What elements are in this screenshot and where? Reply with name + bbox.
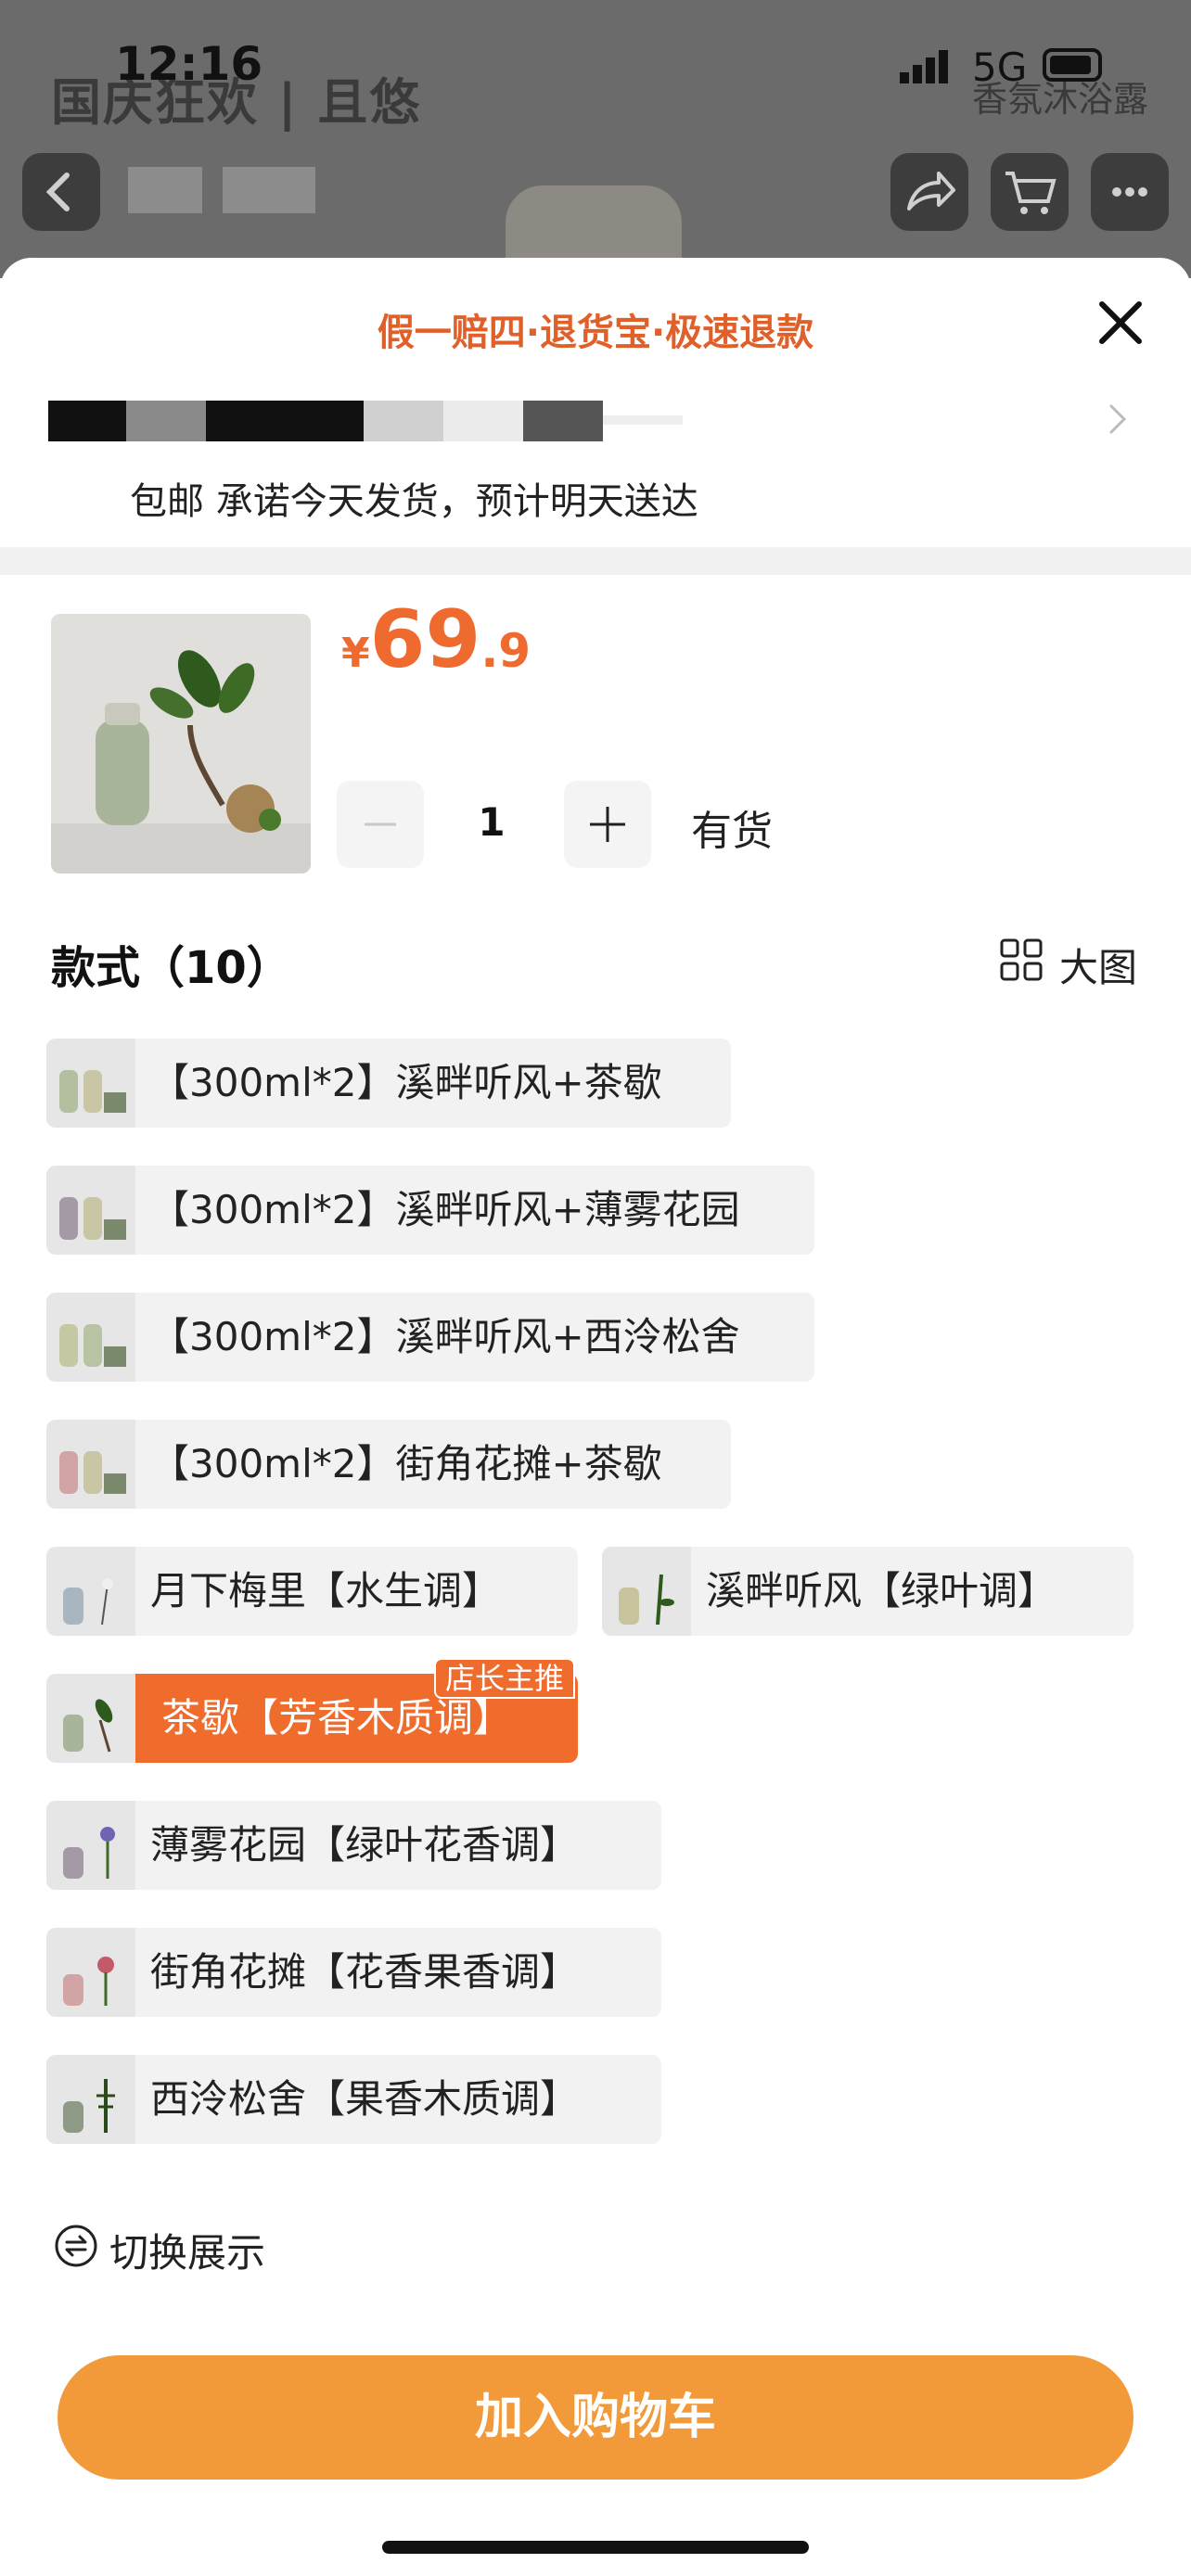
styles-title: 款式（10） <box>51 942 291 994</box>
add-to-cart-button[interactable]: 加入购物车 <box>58 2355 1133 2480</box>
shipping-info: 包邮 承诺今天发货，预计明天送达 <box>130 480 698 523</box>
redacted-block <box>128 167 202 213</box>
option-thumbnail <box>46 1801 135 1890</box>
option-label: 西泠松舍【果香木质调】 <box>150 2076 580 2122</box>
redacted-block <box>443 401 523 441</box>
option-chip[interactable]: 【300ml*2】溪畔听风+茶歇 <box>46 1039 731 1128</box>
option-chip[interactable]: 西泠松舍【果香木质调】 <box>46 2055 661 2144</box>
grid-icon[interactable] <box>1000 938 1043 981</box>
option-label: 溪畔听风【绿叶调】 <box>706 1568 1057 1613</box>
redacted-block <box>126 401 206 441</box>
option-label: 月下梅里【水生调】 <box>150 1568 502 1613</box>
decrease-button[interactable] <box>337 781 424 868</box>
redacted-block <box>48 401 126 441</box>
more-button[interactable] <box>1091 153 1169 231</box>
status-time: 12:16 <box>115 37 263 91</box>
option-label: 【300ml*2】溪畔听风+茶歇 <box>150 1060 662 1105</box>
redacted-block <box>206 401 364 441</box>
close-icon[interactable] <box>1091 293 1150 352</box>
chevron-right-icon[interactable] <box>1104 399 1132 440</box>
more-icon <box>1112 187 1147 197</box>
cart-icon <box>1005 172 1057 214</box>
signal-icon <box>900 50 948 83</box>
option-chip[interactable]: 薄雾花园【绿叶花香调】 <box>46 1801 661 1890</box>
option-chip[interactable]: 溪畔听风【绿叶调】 <box>602 1547 1133 1636</box>
option-label: 【300ml*2】溪畔听风+西泠松舍 <box>150 1314 740 1359</box>
cart-button[interactable] <box>991 153 1069 231</box>
option-thumbnail <box>46 2055 135 2144</box>
option-chip[interactable]: 【300ml*2】溪畔听风+西泠松舍 <box>46 1293 814 1382</box>
option-chip[interactable]: 街角花摊【花香果香调】 <box>46 1928 661 2017</box>
recommend-badge: 店长主推 <box>434 1658 576 1699</box>
increase-button[interactable] <box>564 781 651 868</box>
option-thumbnail <box>46 1166 135 1255</box>
option-thumbnail <box>46 1674 135 1763</box>
battery-icon <box>1043 48 1102 82</box>
option-chip[interactable]: 月下梅里【水生调】 <box>46 1547 578 1636</box>
redacted-block <box>603 415 683 425</box>
share-icon <box>907 172 955 210</box>
back-button[interactable] <box>22 153 100 231</box>
price-integer: 69 <box>369 593 481 686</box>
option-thumbnail <box>46 1928 135 2017</box>
option-thumbnail <box>46 1039 135 1128</box>
share-button[interactable] <box>890 153 968 231</box>
option-thumbnail <box>46 1547 135 1636</box>
option-label: 【300ml*2】溪畔听风+薄雾花园 <box>150 1187 740 1232</box>
price: ¥69.9 <box>341 593 531 686</box>
product-image <box>51 614 311 874</box>
redacted-block <box>523 401 603 441</box>
option-thumbnail <box>602 1547 691 1636</box>
divider <box>0 547 1191 575</box>
option-chip[interactable]: 【300ml*2】街角花摊+茶歇 <box>46 1420 731 1509</box>
option-chip[interactable]: 【300ml*2】溪畔听风+薄雾花园 <box>46 1166 814 1255</box>
product-thumbnail[interactable] <box>51 614 311 874</box>
switch-display-button[interactable]: 切换展示 <box>109 2222 265 2278</box>
quantity-value[interactable]: 1 <box>445 799 538 845</box>
option-thumbnail <box>46 1293 135 1382</box>
redacted-block <box>364 401 443 441</box>
redacted-block <box>223 167 315 213</box>
network-label: 5G <box>972 45 1028 90</box>
price-decimal: .9 <box>480 624 531 678</box>
promo-banner: 假一赔四·退货宝·极速退款 <box>377 312 814 354</box>
plus-icon <box>590 807 625 842</box>
option-label: 街角花摊【花香果香调】 <box>150 1949 580 1995</box>
big-view-toggle[interactable]: 大图 <box>1059 937 1137 993</box>
switch-icon[interactable] <box>54 2224 98 2268</box>
stock-status: 有货 <box>691 808 773 855</box>
chevron-left-icon <box>45 172 70 211</box>
option-label: 薄雾花园【绿叶花香调】 <box>150 1822 580 1868</box>
price-currency: ¥ <box>341 630 370 677</box>
option-label: 【300ml*2】街角花摊+茶歇 <box>150 1441 662 1486</box>
home-indicator <box>382 2541 809 2554</box>
option-thumbnail <box>46 1420 135 1509</box>
minus-icon <box>365 823 396 826</box>
